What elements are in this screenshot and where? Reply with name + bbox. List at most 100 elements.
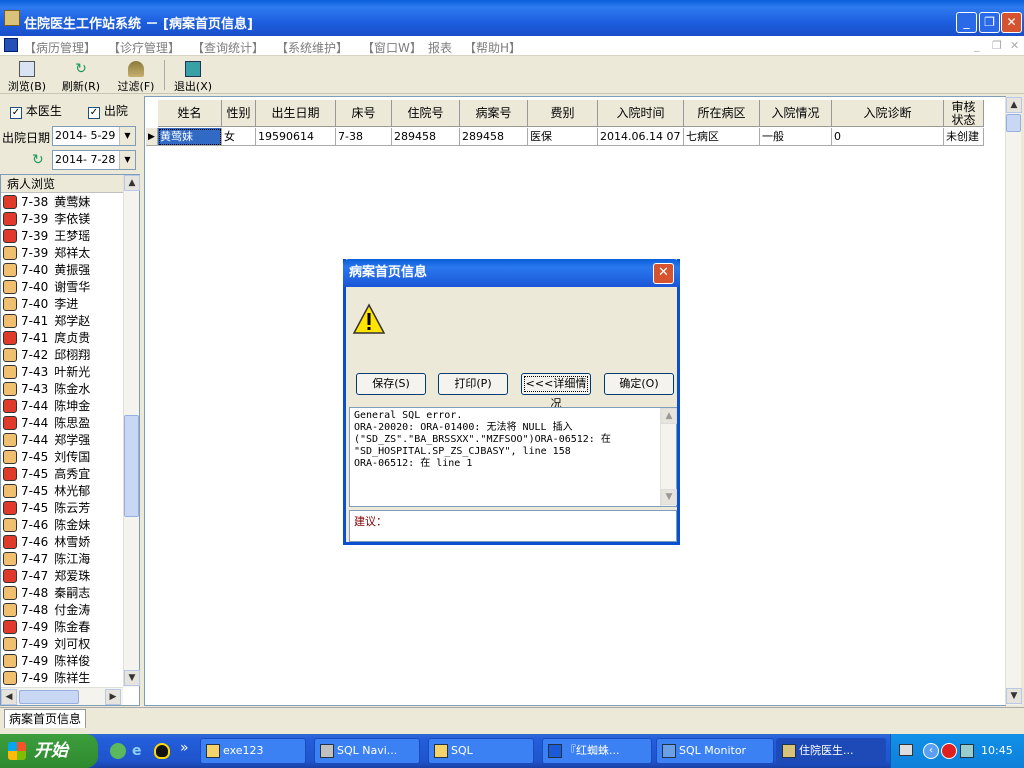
- minimize-button[interactable]: _: [956, 12, 977, 33]
- list-item[interactable]: 7-48 付金涛: [3, 602, 90, 619]
- list-item[interactable]: 7-44 郑学强: [3, 432, 90, 449]
- chevron-right-icon[interactable]: »: [180, 740, 189, 756]
- list-item[interactable]: 7-45 林光郁: [3, 483, 90, 500]
- column-header[interactable]: 审核状态: [944, 100, 984, 127]
- menu-medical-records[interactable]: 【病历管理】: [24, 39, 96, 56]
- scroll-left-icon[interactable]: ◀: [1, 689, 17, 705]
- list-item[interactable]: 7-48 秦嗣志: [3, 585, 90, 602]
- start-button[interactable]: 开始: [0, 734, 98, 768]
- table-cell[interactable]: 2014.06.14 07: [598, 128, 684, 146]
- list-item[interactable]: 7-41 庹贞贵: [3, 330, 90, 347]
- patient-list-hscroll[interactable]: ◀ ▶: [1, 687, 123, 705]
- mdi-restore-icon[interactable]: ❐: [992, 39, 1002, 52]
- ie-icon[interactable]: e: [132, 743, 148, 759]
- chevron-down-icon[interactable]: ▼: [119, 127, 135, 145]
- list-item[interactable]: 7-39 郑祥太: [3, 245, 90, 262]
- taskbar-item[interactable]: 住院医生...: [776, 738, 886, 764]
- date-to-combo[interactable]: 2014- 7-28 ▼: [52, 150, 136, 170]
- list-item[interactable]: 7-42 邱栩翔: [3, 347, 90, 364]
- list-item[interactable]: 7-49 刘可权: [3, 636, 90, 653]
- table-cell[interactable]: 七病区: [684, 128, 760, 146]
- list-item[interactable]: 7-43 叶新光: [3, 364, 90, 381]
- table-cell[interactable]: 289458: [460, 128, 528, 146]
- network-icon[interactable]: [960, 744, 974, 758]
- list-item[interactable]: 7-39 王梦瑶: [3, 228, 90, 245]
- table-cell[interactable]: 289458: [392, 128, 460, 146]
- collapse-tray-icon[interactable]: ‹: [923, 743, 939, 759]
- table-cell[interactable]: 女: [222, 128, 256, 146]
- list-item[interactable]: 7-47 郑爱珠: [3, 568, 90, 585]
- clock[interactable]: 10:45: [981, 744, 1013, 757]
- suggestion-box[interactable]: 建议：: [349, 510, 677, 542]
- list-item[interactable]: 7-45 高秀宜: [3, 466, 90, 483]
- column-header[interactable]: 性别: [222, 100, 256, 127]
- scroll-up-icon[interactable]: ▲: [1006, 97, 1022, 113]
- taskbar-item[interactable]: SQL: [428, 738, 534, 764]
- column-header[interactable]: 住院号: [392, 100, 460, 127]
- scroll-down-icon[interactable]: ▼: [661, 489, 677, 505]
- details-button[interactable]: <<<详细情况: [521, 373, 591, 410]
- refresh-small-icon[interactable]: ↻: [32, 152, 48, 168]
- taskbar-item[interactable]: 『红蜘蛛...: [542, 738, 652, 764]
- taskbar-item[interactable]: SQL Navi...: [314, 738, 420, 764]
- menu-system[interactable]: 【系统维护】: [276, 39, 348, 56]
- list-item[interactable]: 7-45 刘传国: [3, 449, 90, 466]
- list-item[interactable]: 7-49 陈祥生: [3, 670, 90, 686]
- filter-button[interactable]: 过滤(F): [111, 59, 161, 93]
- mdi-close-icon[interactable]: ✕: [1010, 39, 1019, 52]
- column-header[interactable]: 姓名: [158, 100, 222, 127]
- list-item[interactable]: 7-46 林雪娇: [3, 534, 90, 551]
- scroll-up-icon[interactable]: ▲: [124, 175, 140, 191]
- browse-button[interactable]: 浏览(B): [2, 59, 52, 93]
- list-item[interactable]: 7-46 陈金妹: [3, 517, 90, 534]
- date-from-combo[interactable]: 2014- 5-29 ▼: [52, 126, 136, 146]
- column-header[interactable]: 入院情况: [760, 100, 832, 127]
- qq-icon[interactable]: [154, 743, 170, 759]
- close-button[interactable]: ✕: [1001, 12, 1022, 33]
- discharge-checkbox[interactable]: ✓: [88, 107, 100, 119]
- list-item[interactable]: 7-44 陈思盈: [3, 415, 90, 432]
- scroll-up-icon[interactable]: ▲: [661, 408, 677, 424]
- column-header[interactable]: 入院诊断: [832, 100, 944, 127]
- taskbar-item[interactable]: exe123: [200, 738, 306, 764]
- error-message-box[interactable]: General SQL error. ORA-20020: ORA-01400:…: [349, 407, 677, 507]
- list-item[interactable]: 7-40 黄振强: [3, 262, 90, 279]
- column-header[interactable]: 床号: [336, 100, 392, 127]
- table-cell[interactable]: 黄莺妹: [158, 128, 222, 146]
- grid-vscroll[interactable]: ▲ ▼: [1005, 97, 1022, 705]
- scroll-down-icon[interactable]: ▼: [124, 670, 140, 686]
- exit-button[interactable]: 退出(X): [168, 59, 218, 93]
- scroll-thumb[interactable]: [1006, 114, 1021, 132]
- mdi-minimize-icon[interactable]: _: [974, 39, 980, 52]
- hscroll-thumb[interactable]: [19, 690, 79, 704]
- menu-help[interactable]: 【帮助H】: [464, 39, 521, 56]
- table-cell[interactable]: 一般: [760, 128, 832, 146]
- column-header[interactable]: 所在病区: [684, 100, 760, 127]
- menu-window[interactable]: 【窗口W】: [362, 39, 422, 56]
- list-item[interactable]: 7-39 李依镁: [3, 211, 90, 228]
- list-item[interactable]: 7-38 黄莺妹: [3, 194, 91, 211]
- list-item[interactable]: 7-40 谢雪华: [3, 279, 90, 296]
- table-cell[interactable]: 0: [832, 128, 944, 146]
- list-item[interactable]: 7-45 陈云芳: [3, 500, 90, 517]
- refresh-button[interactable]: ↻ 刷新(R): [56, 59, 106, 93]
- doctor-checkbox[interactable]: ✓: [10, 107, 22, 119]
- scroll-thumb[interactable]: [124, 415, 139, 517]
- table-cell[interactable]: 19590614: [256, 128, 336, 146]
- doctor-checkbox-row[interactable]: ✓ 本医生: [10, 102, 62, 119]
- list-item[interactable]: 7-49 陈祥俊: [3, 653, 90, 670]
- dialog-close-button[interactable]: ✕: [653, 263, 674, 284]
- table-cell[interactable]: 医保: [528, 128, 598, 146]
- maximize-button[interactable]: ❐: [979, 12, 1000, 33]
- discharge-checkbox-row[interactable]: ✓ 出院: [88, 102, 128, 119]
- chevron-down-icon[interactable]: ▼: [119, 151, 135, 169]
- stop-icon[interactable]: [941, 743, 957, 759]
- list-item[interactable]: 7-41 郑学赵: [3, 313, 90, 330]
- mdi-app-icon[interactable]: [4, 38, 18, 52]
- browser-icon[interactable]: [110, 743, 126, 759]
- error-vscroll[interactable]: ▲ ▼: [660, 408, 677, 506]
- scroll-down-icon[interactable]: ▼: [1006, 688, 1022, 704]
- dialog-title[interactable]: 病案首页信息: [343, 259, 680, 287]
- list-item[interactable]: 7-43 陈金水: [3, 381, 90, 398]
- ok-button[interactable]: 确定(O): [604, 373, 674, 395]
